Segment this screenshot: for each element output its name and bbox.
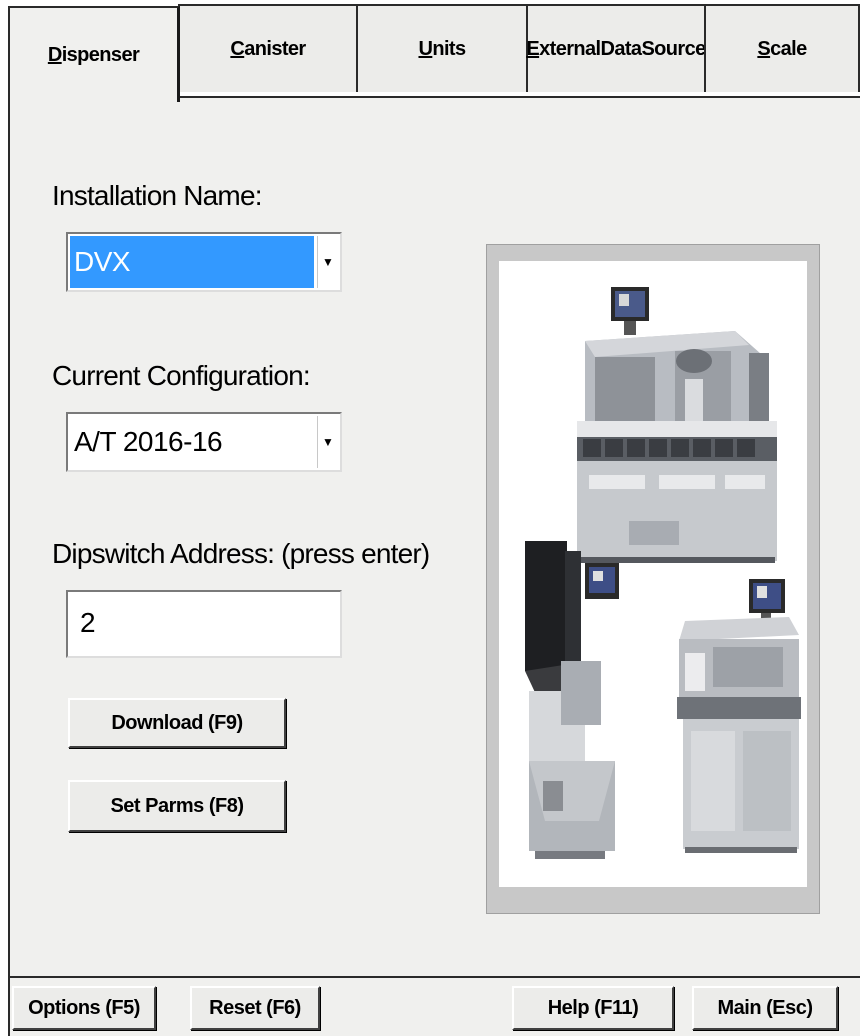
large-dispenser-machine	[577, 287, 777, 563]
tab-dispenser-label-rest: ispenser	[61, 43, 140, 66]
current-configuration-label: Current Configuration:	[52, 360, 311, 391]
panel-top-border	[178, 96, 860, 98]
installation-name-combo[interactable]: DVX ▼	[66, 232, 342, 292]
reset-button[interactable]: Reset (F6)	[190, 986, 320, 1030]
chevron-down-icon[interactable]: ▼	[317, 416, 338, 468]
main-button[interactable]: Main (Esc)	[692, 986, 838, 1030]
current-configuration-value: A/T 2016-16	[74, 426, 223, 457]
options-button[interactable]: Options (F5)	[12, 986, 156, 1030]
tab-units-label: Units	[418, 37, 466, 60]
dispenser-machines-illustration	[525, 287, 801, 859]
installation-name-label: Installation Name:	[52, 180, 263, 211]
tab-externaldatasource[interactable]: ExternalDataSource	[526, 4, 706, 92]
tall-dispenser-machine	[525, 541, 619, 859]
chevron-down-icon[interactable]: ▼	[317, 236, 338, 288]
dipswitch-address-input[interactable]: 2	[66, 590, 342, 658]
installation-name-value: DVX	[70, 236, 314, 288]
tab-bar: Dispenser Canister Units ExternalDataSou…	[8, 0, 860, 102]
compact-dispenser-machine	[677, 579, 801, 853]
download-button[interactable]: Download (F9)	[68, 698, 286, 748]
set-parms-button[interactable]: Set Parms (F8)	[68, 780, 286, 832]
dipswitch-address-label: Dipswitch Address: (press enter)	[52, 538, 430, 569]
tab-scale[interactable]: Scale	[704, 4, 860, 92]
tab-externaldatasource-label: ExternalDataSource	[526, 37, 706, 60]
tab-units[interactable]: Units	[356, 4, 528, 92]
tab-canister-label: Canister	[230, 37, 306, 60]
product-image-frame	[486, 244, 820, 914]
tab-dispenser[interactable]: Dispenser	[8, 6, 180, 102]
tab-scale-label: Scale	[757, 37, 807, 60]
tab-canister[interactable]: Canister	[178, 4, 358, 92]
current-configuration-combo[interactable]: A/T 2016-16 ▼	[66, 412, 342, 472]
tab-dispenser-label: Dispenser	[47, 43, 140, 66]
dispenser-product-image	[499, 261, 807, 887]
help-button[interactable]: Help (F11)	[512, 986, 674, 1030]
